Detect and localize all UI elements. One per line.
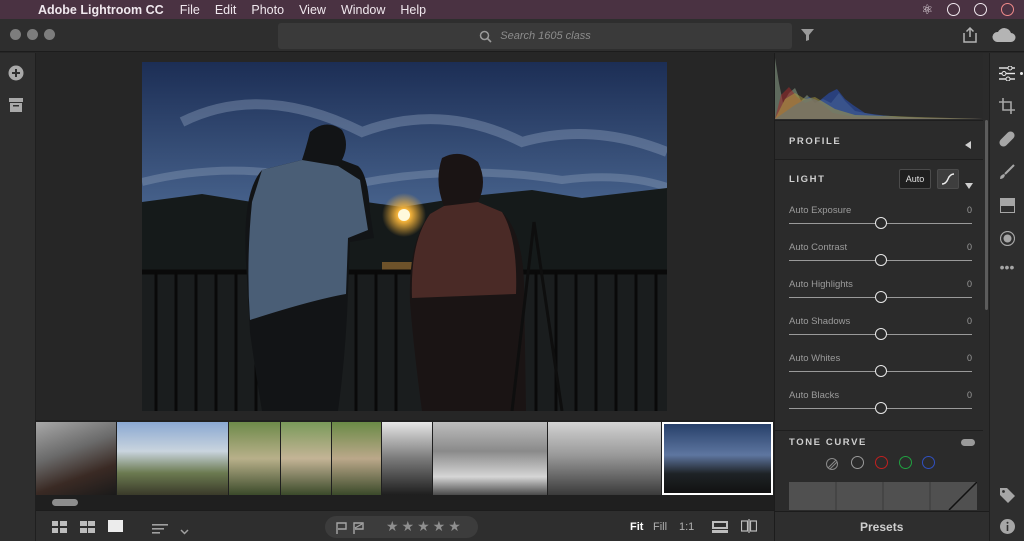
grid-large-icon[interactable]	[52, 520, 67, 538]
slider-label: Auto Contrast	[789, 242, 848, 253]
flag-reject-icon[interactable]	[353, 521, 364, 539]
cloud-sync-icon[interactable]	[992, 28, 1016, 47]
more-icon[interactable]: •••	[997, 257, 1017, 277]
point-curve-icon[interactable]	[826, 457, 838, 475]
linear-gradient-icon[interactable]	[997, 195, 1017, 215]
info-icon[interactable]	[997, 516, 1017, 536]
zoom-one-to-one-button[interactable]: 1:1	[679, 521, 694, 533]
brush-icon[interactable]	[997, 162, 1017, 182]
accessibility-icon[interactable]: ⚛	[921, 2, 933, 18]
channel-red-icon[interactable]	[875, 456, 888, 469]
filmstrip-thumb[interactable]	[229, 422, 280, 495]
channel-rgb-icon[interactable]	[851, 456, 864, 469]
slider-value[interactable]: 0	[960, 242, 972, 252]
slider-label: Auto Shadows	[789, 316, 851, 327]
profile-section-title[interactable]: PROFILE	[789, 136, 841, 147]
filmstrip-thumb[interactable]	[382, 422, 432, 495]
edit-panel-scrollbar[interactable]	[985, 120, 988, 310]
tone-curve-graph[interactable]	[789, 481, 978, 511]
filter-icon[interactable]	[801, 28, 814, 46]
status-info-icon[interactable]	[947, 3, 960, 16]
filmstrip-thumb-selected[interactable]	[662, 422, 773, 495]
menu-window[interactable]: Window	[341, 3, 385, 17]
slider-value[interactable]: 0	[960, 205, 972, 215]
healing-icon[interactable]	[997, 129, 1017, 149]
albums-icon[interactable]	[9, 98, 23, 117]
search-placeholder: Search 1605 class	[500, 30, 591, 42]
edit-sliders-icon[interactable]	[997, 63, 1017, 83]
slider-label: Auto Blacks	[789, 390, 840, 401]
grid-small-icon[interactable]	[80, 520, 95, 538]
filmstrip-scrollbar[interactable]	[36, 497, 774, 508]
tone-curve-toggle-switch[interactable]	[961, 439, 975, 446]
filmstrip-thumb[interactable]	[36, 422, 116, 495]
star-rating[interactable]: ★★★★★	[386, 518, 464, 535]
slider-value[interactable]: 0	[960, 353, 972, 363]
slider-knob[interactable]	[874, 254, 887, 266]
compare-view-icon[interactable]	[740, 519, 758, 538]
slider-value[interactable]: 0	[960, 279, 972, 289]
single-view-icon[interactable]	[108, 520, 123, 532]
slider-label: Auto Highlights	[789, 279, 853, 290]
slider-knob[interactable]	[874, 291, 887, 303]
histogram	[775, 53, 983, 119]
slider-knob[interactable]	[874, 402, 887, 414]
curve-icon	[941, 173, 955, 185]
menu-help[interactable]: Help	[400, 3, 426, 17]
search-icon	[480, 30, 492, 43]
window-zoom-button[interactable]	[44, 29, 55, 40]
filmstrip-thumb[interactable]	[281, 422, 331, 495]
system-menubar: Adobe Lightroom CC File Edit Photo View …	[0, 0, 1024, 19]
sync-status-icon[interactable]	[974, 3, 987, 16]
add-photos-icon[interactable]	[8, 65, 24, 86]
zoom-fit-button[interactable]: Fit	[630, 521, 643, 533]
presets-button[interactable]: Presets	[860, 520, 903, 534]
filmstrip-thumb[interactable]	[433, 422, 547, 495]
tone-curve-toggle-button[interactable]	[937, 169, 959, 189]
search-input[interactable]: Search 1605 class	[278, 23, 792, 49]
slider-label: Auto Whites	[789, 353, 841, 364]
filmstrip-thumb[interactable]	[117, 422, 228, 495]
light-auto-button[interactable]: Auto	[899, 169, 931, 189]
flag-pick-icon[interactable]	[336, 521, 347, 539]
light-collapse-chevron-icon[interactable]	[965, 176, 973, 194]
tag-icon[interactable]	[997, 485, 1017, 505]
crop-icon[interactable]	[997, 96, 1017, 116]
filmstrip-scroll-thumb[interactable]	[52, 499, 78, 506]
sort-icon[interactable]	[152, 521, 168, 539]
left-rail	[0, 53, 36, 541]
zoom-fill-button[interactable]: Fill	[653, 521, 667, 533]
slider-knob[interactable]	[874, 217, 887, 229]
channel-green-icon[interactable]	[899, 456, 912, 469]
slider-value[interactable]: 0	[960, 316, 972, 326]
filmstrip-thumb[interactable]	[548, 422, 661, 495]
share-icon[interactable]	[963, 26, 977, 48]
filmstrip-toggle-icon[interactable]	[712, 520, 728, 538]
right-rail	[989, 53, 1024, 541]
menu-view[interactable]: View	[299, 3, 326, 17]
main-photo[interactable]	[142, 62, 667, 411]
filmstrip-thumb[interactable]	[332, 422, 381, 495]
slider-value[interactable]: 0	[960, 390, 972, 400]
tone-curve-section-title[interactable]: TONE CURVE	[789, 437, 867, 448]
slider-knob[interactable]	[874, 365, 887, 377]
profile-collapse-chevron-icon[interactable]	[965, 136, 971, 154]
menu-file[interactable]: File	[180, 3, 200, 17]
active-indicator-dot	[1020, 72, 1023, 75]
creative-cloud-icon[interactable]	[1001, 3, 1014, 16]
channel-blue-icon[interactable]	[922, 456, 935, 469]
radial-gradient-icon[interactable]	[997, 228, 1017, 248]
sort-dropdown-chevron-icon[interactable]	[180, 522, 189, 540]
menu-photo[interactable]: Photo	[251, 3, 284, 17]
window-minimize-button[interactable]	[27, 29, 38, 40]
menu-edit[interactable]: Edit	[215, 3, 237, 17]
window-close-button[interactable]	[10, 29, 21, 40]
light-section-title[interactable]: LIGHT	[789, 174, 826, 185]
slider-label: Auto Exposure	[789, 205, 852, 216]
app-name-menu[interactable]: Adobe Lightroom CC	[38, 3, 164, 17]
slider-knob[interactable]	[874, 328, 887, 340]
